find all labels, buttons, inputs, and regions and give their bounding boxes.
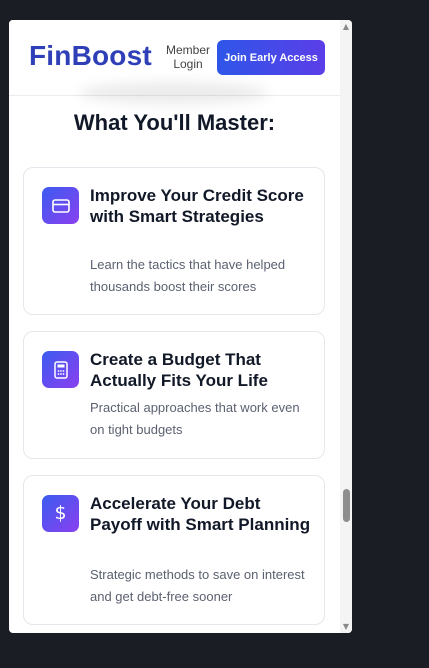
credit-card-icon [42, 187, 79, 224]
header-shadow [79, 82, 269, 104]
calculator-icon [42, 351, 79, 388]
member-login-line2: Login [173, 57, 203, 71]
feature-card-budget: Create a Budget That Actually Fits Your … [23, 331, 325, 459]
scrollbar[interactable]: ▲ ▼ [340, 20, 352, 633]
card-title: Create a Budget That Actually Fits Your … [90, 350, 268, 390]
scroll-up-arrow-icon[interactable]: ▲ [342, 23, 350, 31]
feature-card-credit: Improve Your Credit Score with Smart Str… [23, 167, 325, 315]
member-login-line1: Member [165, 43, 210, 57]
card-description: Practical approaches that work even on t… [90, 400, 300, 437]
scrollbar-thumb[interactable] [343, 489, 350, 522]
card-description: Learn the tactics that have helped thous… [90, 257, 286, 294]
logo[interactable]: FinBoost [29, 40, 152, 72]
logo-text: FinBoost [29, 40, 152, 71]
join-early-access-button[interactable]: Join Early Access [217, 40, 325, 75]
feature-card-debt: $ Accelerate Your Debt Payoff with Smart… [23, 475, 325, 625]
card-description: Strategic methods to save on interest an… [90, 567, 305, 604]
site-header: FinBoost Member Login Join Early Access [9, 20, 340, 104]
card-title: Improve Your Credit Score with Smart Str… [90, 186, 304, 226]
page-content: FinBoost Member Login Join Early Access … [9, 20, 340, 633]
member-login-link[interactable]: Member Login [161, 43, 215, 71]
scroll-down-arrow-icon[interactable]: ▼ [342, 623, 350, 631]
section-title: What You'll Master: [73, 110, 276, 135]
card-title: Accelerate Your Debt Payoff with Smart P… [90, 494, 311, 534]
dollar-icon: $ [42, 495, 79, 532]
browser-viewport: FinBoost Member Login Join Early Access … [9, 20, 352, 633]
cta-label: Join Early Access [224, 51, 318, 64]
